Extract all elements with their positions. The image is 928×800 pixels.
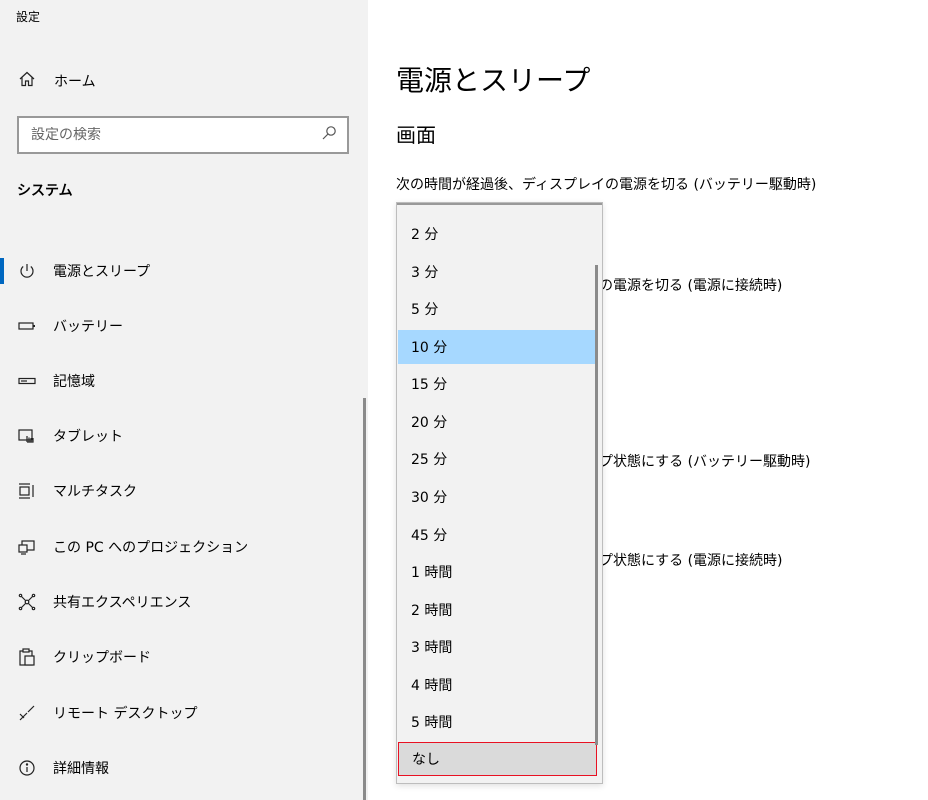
dropdown-option-45min[interactable]: 45 分 — [398, 518, 597, 552]
sidebar-item-label: クリップボード — [53, 650, 151, 666]
setting-label-sleep-battery: プ状態にする (バッテリー駆動時) — [599, 454, 811, 470]
dropdown-option-1hour[interactable]: 1 時間 — [398, 555, 597, 589]
sidebar-item-label: 共有エクスペリエンス — [53, 595, 192, 611]
shared-experience-icon — [17, 592, 37, 612]
clipboard-icon — [17, 647, 37, 667]
setting-label-sleep-plugged: プ状態にする (電源に接続時) — [599, 553, 783, 569]
sidebar-item-label: バッテリー — [53, 319, 123, 335]
sidebar-item-storage[interactable]: 記憶域 — [0, 361, 368, 401]
power-icon — [17, 261, 37, 281]
search-icon[interactable] — [321, 125, 337, 145]
sidebar-item-label: マルチタスク — [53, 484, 137, 500]
sidebar-item-multitasking[interactable]: マルチタスク — [0, 471, 368, 511]
sidebar-item-label: リモート デスクトップ — [53, 706, 198, 722]
info-icon — [17, 758, 37, 778]
search-box[interactable] — [17, 116, 349, 154]
dropdown-option-4hours[interactable]: 4 時間 — [398, 668, 597, 702]
settings-window: 設定 ホーム システム — [0, 0, 928, 800]
dropdown-option-25min[interactable]: 25 分 — [398, 442, 597, 476]
home-label: ホーム — [54, 74, 96, 90]
storage-icon — [17, 371, 37, 391]
dropdown-option-30min[interactable]: 30 分 — [398, 480, 597, 514]
dropdown-option-10min[interactable]: 10 分 — [398, 330, 597, 364]
sidebar-item-power-sleep[interactable]: 電源とスリープ — [0, 251, 368, 291]
dropdown-option-2hours[interactable]: 2 時間 — [398, 593, 597, 627]
sidebar-item-remote-desktop[interactable]: リモート デスクトップ — [0, 693, 368, 733]
timeout-dropdown-list[interactable]: 2 分 3 分 5 分 10 分 15 分 20 分 25 分 30 分 45 … — [396, 202, 603, 784]
sidebar-item-clipboard[interactable]: クリップボード — [0, 637, 368, 677]
sidebar-scrollbar[interactable] — [363, 398, 366, 800]
search-input[interactable] — [31, 127, 321, 143]
tablet-icon — [17, 426, 37, 446]
dropdown-option-never[interactable]: なし — [398, 742, 597, 776]
dropdown-option-2min[interactable]: 2 分 — [398, 217, 597, 251]
sidebar-item-shared-experience[interactable]: 共有エクスペリエンス — [0, 582, 368, 622]
setting-label-display-battery: 次の時間が経過後、ディスプレイの電源を切る (バッテリー駆動時) — [396, 177, 817, 193]
dropdown-option-5min[interactable]: 5 分 — [398, 292, 597, 326]
battery-icon — [17, 316, 37, 336]
dropdown-option-3min[interactable]: 3 分 — [398, 255, 597, 289]
sidebar: 設定 ホーム システム — [0, 0, 368, 800]
dropdown-option-5hours[interactable]: 5 時間 — [398, 705, 597, 739]
sidebar-item-label: タブレット — [53, 429, 123, 445]
sidebar-item-about[interactable]: 詳細情報 — [0, 748, 368, 788]
multitask-icon — [17, 481, 37, 501]
home-icon — [18, 70, 36, 92]
projection-icon — [17, 537, 37, 557]
sidebar-item-label: 電源とスリープ — [53, 264, 151, 280]
sidebar-item-battery[interactable]: バッテリー — [0, 306, 368, 346]
page-title: 電源とスリープ — [396, 64, 591, 97]
app-title: 設定 — [16, 10, 41, 24]
sidebar-item-label: 記憶域 — [53, 374, 95, 390]
remote-desktop-icon — [17, 703, 37, 723]
sidebar-item-label: 詳細情報 — [53, 761, 109, 777]
home-nav-item[interactable]: ホーム — [18, 69, 96, 93]
dropdown-top-edge — [397, 203, 602, 205]
dropdown-option-15min[interactable]: 15 分 — [398, 367, 597, 401]
sidebar-item-label: この PC へのプロジェクション — [53, 540, 249, 556]
sidebar-item-tablet[interactable]: タブレット — [0, 416, 368, 456]
dropdown-scrollbar[interactable] — [595, 265, 598, 745]
dropdown-option-3hours[interactable]: 3 時間 — [398, 630, 597, 664]
section-heading-screen: 画面 — [396, 123, 436, 147]
setting-label-display-plugged: の電源を切る (電源に接続時) — [599, 278, 783, 294]
sidebar-item-projection[interactable]: この PC へのプロジェクション — [0, 527, 368, 567]
section-title: システム — [17, 183, 73, 199]
dropdown-option-20min[interactable]: 20 分 — [398, 405, 597, 439]
